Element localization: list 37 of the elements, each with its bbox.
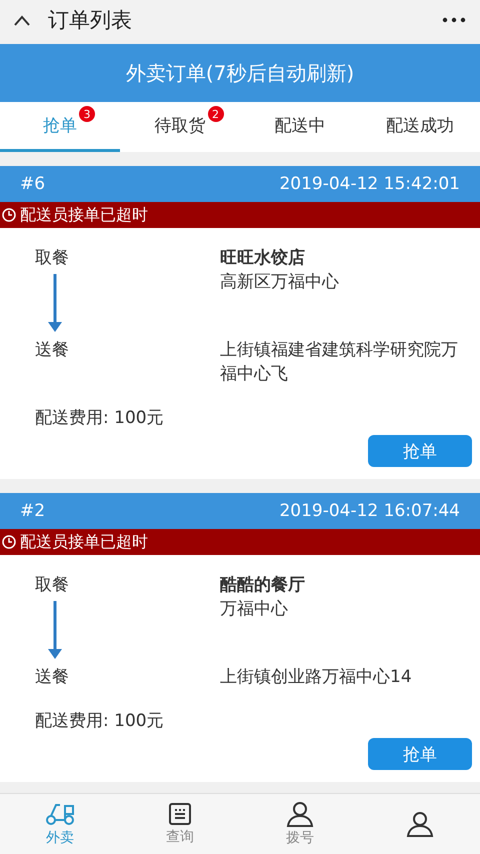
back-icon[interactable] <box>14 14 30 26</box>
person-icon <box>406 811 434 837</box>
arrow-down-icon <box>47 274 63 334</box>
clock-icon <box>2 535 16 549</box>
shop-address: 万福中心 <box>220 598 289 621</box>
shop-name: 旺旺水饺店 <box>220 247 306 270</box>
page-title: 订单列表 <box>48 7 133 34</box>
nav-item[interactable]: 拨号 <box>240 794 360 854</box>
order-number: #6 <box>20 174 46 194</box>
delivery-label: 送餐 <box>35 666 70 689</box>
delivery-address: 上街镇创业路万福中心14 <box>220 666 413 689</box>
nav-item[interactable]: 查询 <box>120 794 240 854</box>
nav-item[interactable]: 外卖 <box>0 794 120 854</box>
person-icon <box>286 801 314 827</box>
delivery-label: 送餐 <box>35 339 70 362</box>
delivery-address: 上街镇福建省建筑科学研究院万福中心飞 <box>220 339 459 386</box>
pickup-label: 取餐 <box>35 247 70 270</box>
alert-text: 配送员接单已超时 <box>20 204 148 226</box>
delivery-fee: 配送费用: 100元 <box>35 710 165 732</box>
header-title: 外卖订单(7秒后自动刷新) <box>126 60 354 86</box>
grab-order-button[interactable]: 抢单 <box>368 738 472 770</box>
scooter-icon <box>45 801 75 827</box>
count-badge: 2 <box>208 106 224 122</box>
clock-icon <box>2 208 16 222</box>
shop-address: 高新区万福中心 <box>220 271 340 294</box>
shop-name: 酷酷的餐厅 <box>220 574 306 597</box>
order-time: 2019-04-12 16:07:44 <box>279 501 460 521</box>
pickup-label: 取餐 <box>35 574 70 597</box>
list-icon <box>168 802 192 826</box>
alert-text: 配送员接单已超时 <box>20 532 148 552</box>
more-icon[interactable] <box>442 17 466 23</box>
order-time: 2019-04-12 15:42:01 <box>279 174 460 194</box>
arrow-down-icon <box>47 601 63 661</box>
delivery-fee: 配送费用: 100元 <box>35 407 165 429</box>
order-number: #2 <box>20 501 46 521</box>
grab-order-button[interactable]: 抢单 <box>368 435 472 467</box>
count-badge: 3 <box>79 106 95 122</box>
